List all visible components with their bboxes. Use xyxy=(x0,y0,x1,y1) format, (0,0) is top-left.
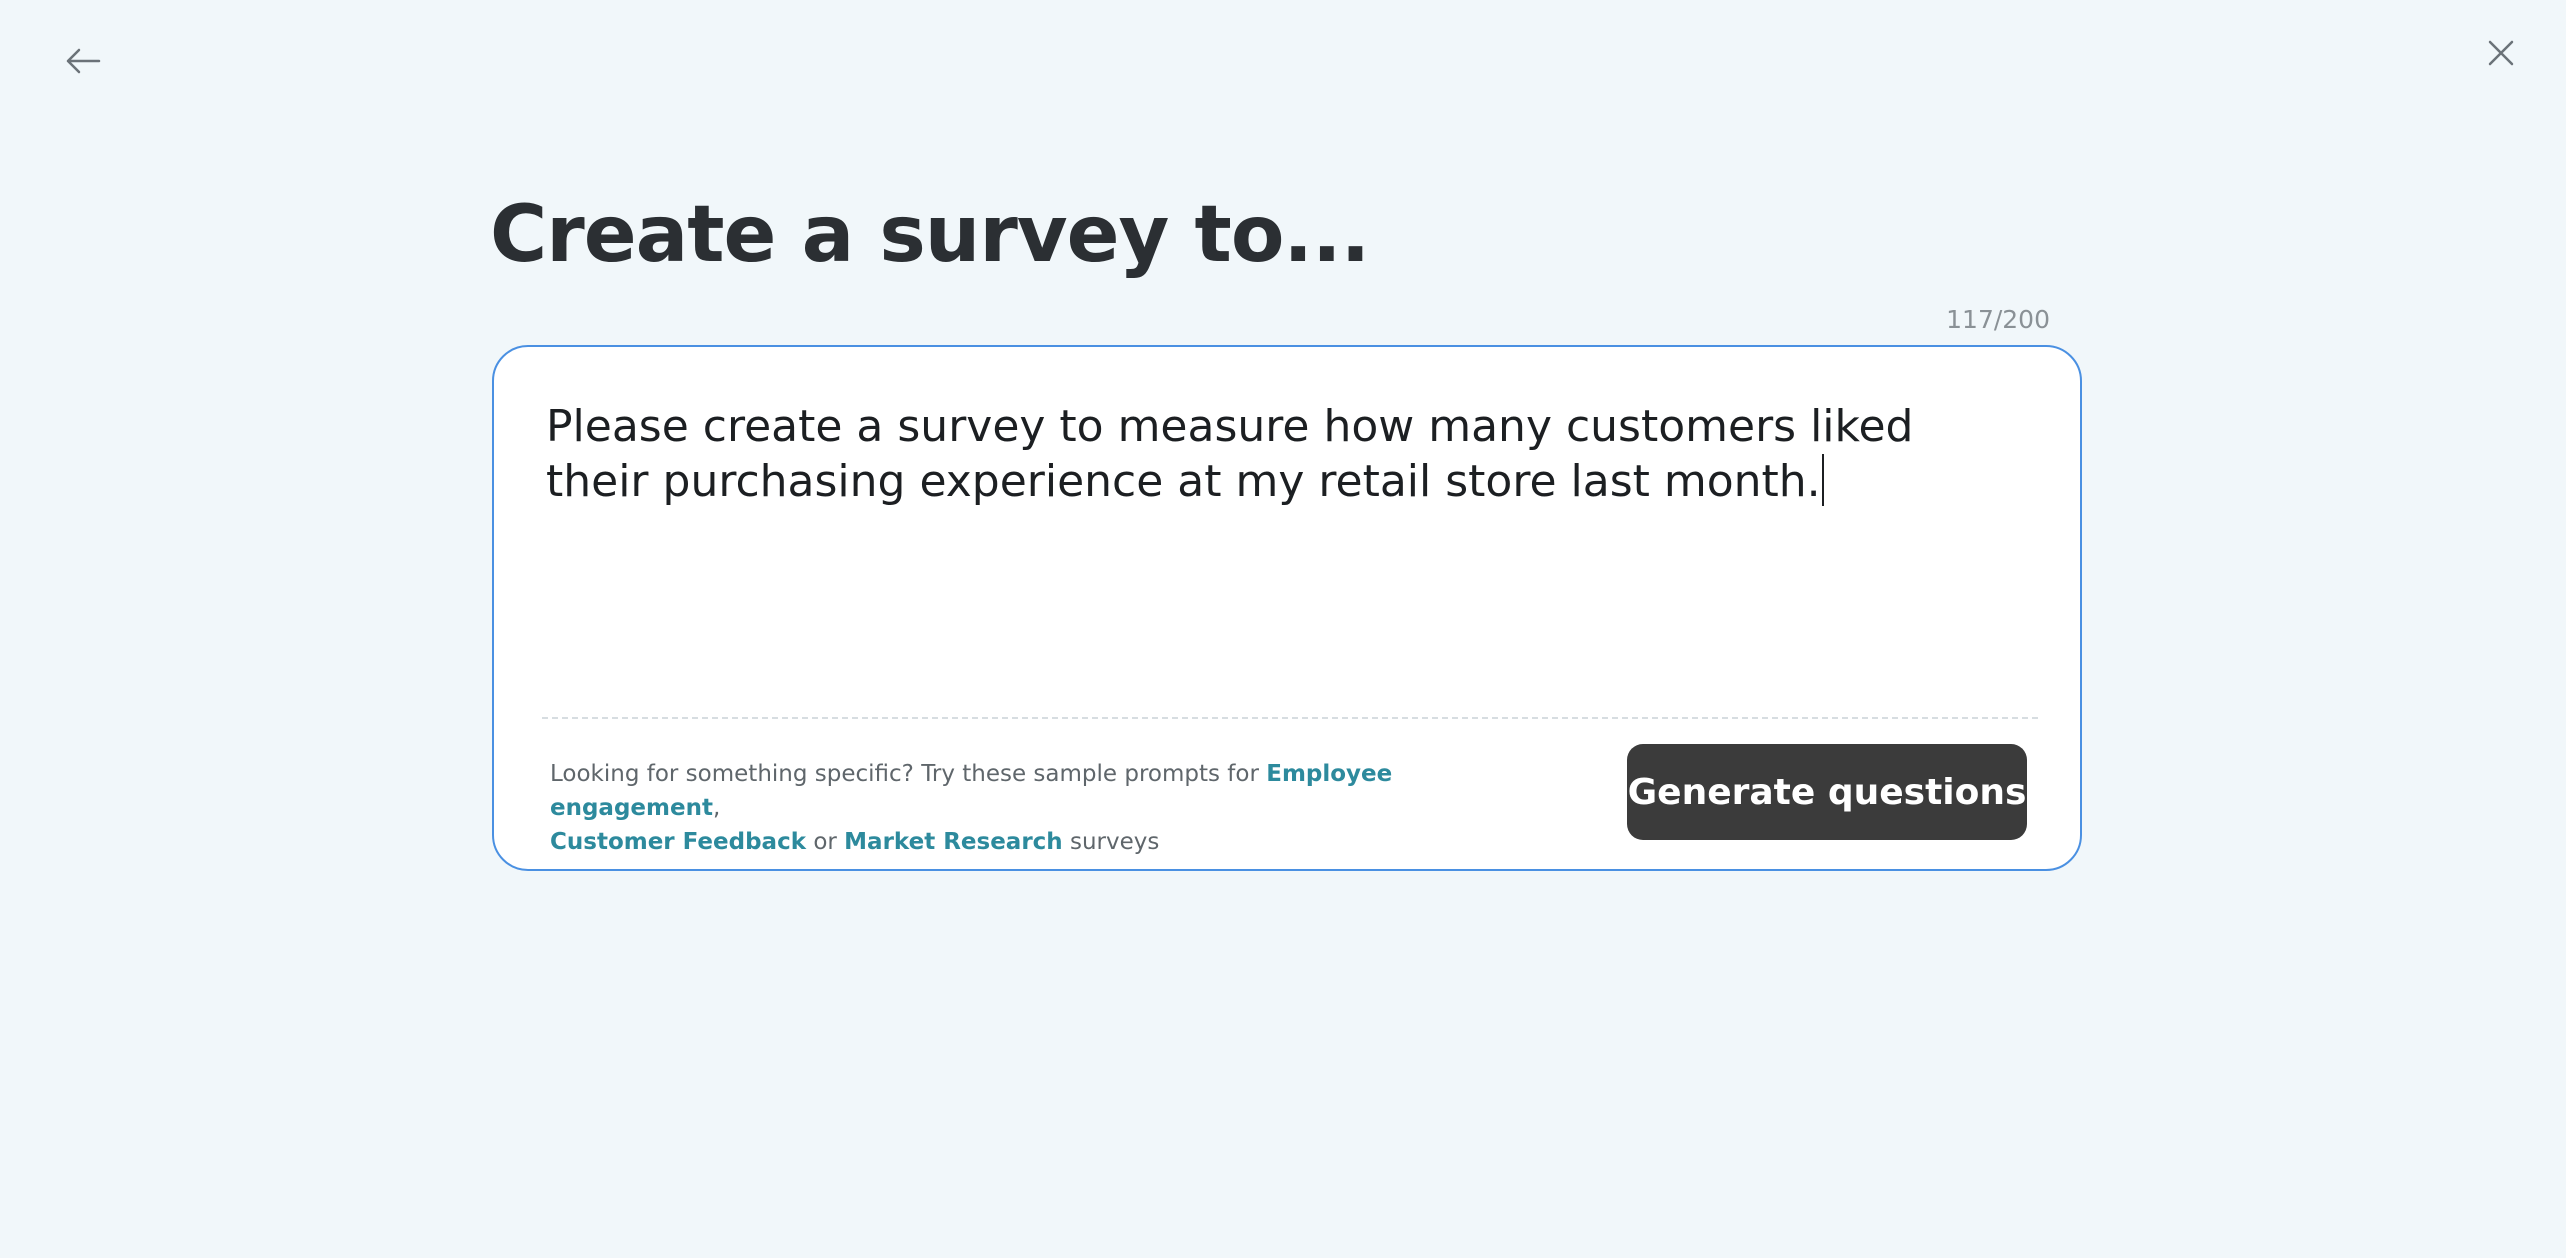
sample-prompts-text: Looking for something specific? Try thes… xyxy=(550,757,1550,859)
market-research-link[interactable]: Market Research xyxy=(844,829,1063,855)
character-counter: 117/200 xyxy=(1946,305,2050,334)
sample-prompts-intro: Looking for something specific? Try thes… xyxy=(550,761,1267,787)
close-button[interactable] xyxy=(2476,28,2526,78)
prompt-textarea[interactable]: Please create a survey to measure how ma… xyxy=(546,399,1986,509)
prompt-text: Please create a survey to measure how ma… xyxy=(546,401,1914,507)
back-button[interactable] xyxy=(58,36,108,86)
prompt-card: Please create a survey to measure how ma… xyxy=(492,345,2082,871)
sample-separator-or: or xyxy=(806,829,845,855)
divider xyxy=(542,717,2038,719)
customer-feedback-link[interactable]: Customer Feedback xyxy=(550,829,806,855)
arrow-left-icon xyxy=(66,48,101,74)
survey-creator-page: Create a survey to... 117/200 Please cre… xyxy=(0,0,2566,1258)
text-cursor xyxy=(1821,454,1824,506)
sample-prompts-suffix: surveys xyxy=(1062,829,1160,855)
page-title: Create a survey to... xyxy=(490,190,1370,280)
generate-questions-button[interactable]: Generate questions xyxy=(1627,744,2027,840)
sample-separator: , xyxy=(712,795,721,821)
close-icon xyxy=(2488,40,2514,66)
